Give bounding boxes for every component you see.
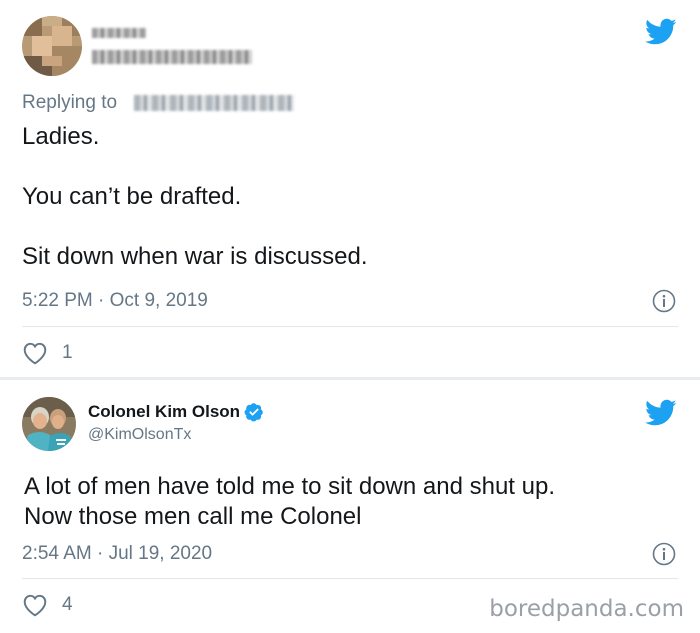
like-button[interactable]: 1 [22, 341, 73, 365]
tweet-timestamp[interactable]: 5:22 PM · Oct 9, 2019 [22, 290, 208, 312]
like-button[interactable]: 4 [22, 593, 73, 617]
heart-icon [23, 594, 47, 617]
display-name[interactable]: Colonel Kim Olson [88, 402, 264, 422]
tweet-text: A lot of men have told me to sit down an… [24, 473, 555, 530]
verified-badge-icon [244, 403, 263, 422]
redacted-reply-handle[interactable] [134, 95, 294, 111]
like-count: 4 [62, 594, 73, 615]
tweet-text: Ladies. You can’t be drafted. Sit down w… [22, 123, 368, 270]
twitter-bird-icon [645, 18, 677, 45]
info-icon[interactable] [652, 542, 676, 566]
twitter-bird-icon [645, 399, 677, 426]
user-handle[interactable]: @KimOlsonTx [88, 426, 191, 444]
avatar[interactable] [22, 397, 76, 451]
info-icon[interactable] [652, 289, 676, 313]
heart-icon [23, 342, 47, 365]
tweet-timestamp[interactable]: 2:54 AM · Jul 19, 2020 [22, 543, 212, 565]
divider [22, 326, 678, 327]
watermark: boredpanda.com [489, 596, 684, 622]
redacted-name [92, 28, 146, 38]
avatar[interactable] [22, 16, 82, 76]
tweet-card: Replying to Ladies. You can’t be drafted… [0, 0, 700, 378]
like-count: 1 [62, 342, 73, 363]
display-name-text: Colonel Kim Olson [88, 402, 241, 421]
redacted-handle [92, 50, 252, 64]
replying-to-label: Replying to [22, 92, 118, 113]
divider [22, 578, 678, 579]
